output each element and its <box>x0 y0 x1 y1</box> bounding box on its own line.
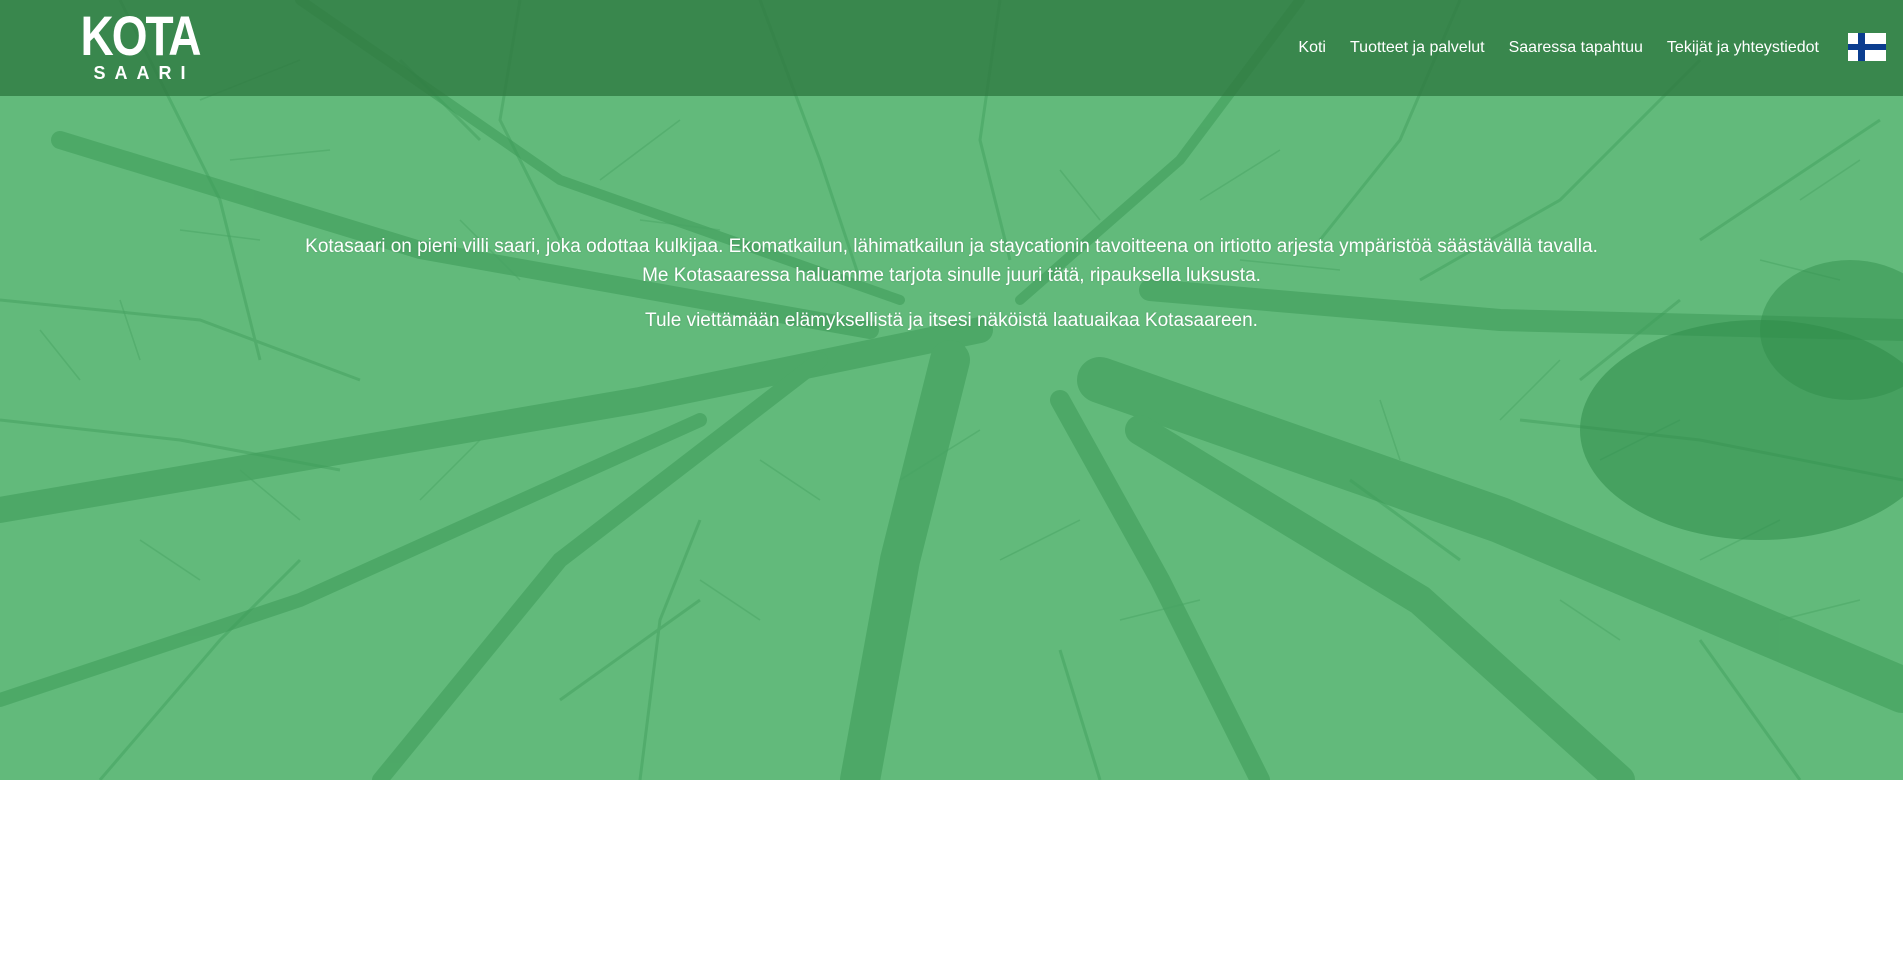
intro-text: Kotasaari on pieni villi saari, joka odo… <box>290 232 1613 351</box>
logo-word: KOTA <box>80 4 202 67</box>
nav-item-tekijat-ja-yhteystiedot[interactable]: Tekijät ja yhteystiedot <box>1667 39 1819 57</box>
page-content-area <box>0 780 1903 975</box>
nav-item-saaressa-tapahtuu[interactable]: Saaressa tapahtuu <box>1509 39 1643 57</box>
top-navigation-bar: KOTA SAARI Koti Tuotteet ja palvelut Saa… <box>0 0 1903 96</box>
nav-item-koti[interactable]: Koti <box>1298 39 1326 57</box>
intro-paragraph-2: Tule viettämään elämyksellistä ja itsesi… <box>645 310 1258 331</box>
intro-paragraph-1: Kotasaari on pieni villi saari, joka odo… <box>305 236 1598 286</box>
finland-flag-icon[interactable] <box>1848 33 1886 61</box>
page: KOTA SAARI Koti Tuotteet ja palvelut Saa… <box>0 0 1903 975</box>
kotasaari-logo[interactable]: KOTA SAARI <box>78 8 202 84</box>
forest-canopy-background <box>0 0 1903 780</box>
hero-section <box>0 0 1903 780</box>
main-menu: Koti Tuotteet ja palvelut Saaressa tapah… <box>1298 0 1819 96</box>
nav-item-tuotteet-ja-palvelut[interactable]: Tuotteet ja palvelut <box>1350 39 1485 57</box>
flag-cross-horizontal <box>1848 44 1886 50</box>
